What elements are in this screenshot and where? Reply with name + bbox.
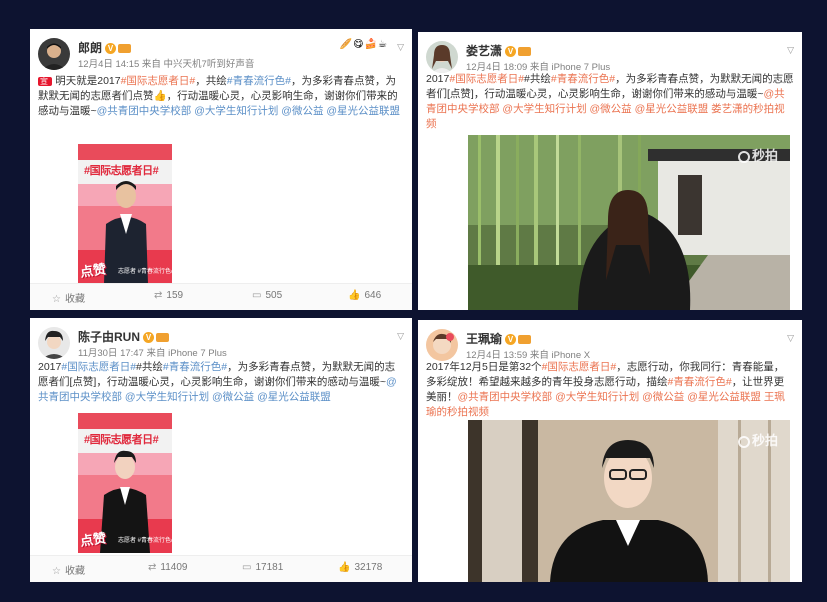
hashtag-link[interactable]: #国际志愿者日# [121, 75, 196, 87]
hashtag-link[interactable]: #国际志愿者日# [449, 73, 524, 85]
hashtag-link[interactable]: #青春流行色# [163, 361, 227, 373]
post-header: 郎朗 V 12月4日 14:15 来自 中兴天机7听到好声音 🥖😋🍰☕ ▽ [38, 36, 404, 76]
post-text-segment: 2017 [426, 73, 450, 85]
post-text-segment: 2017年12月5日是第32个 [426, 361, 542, 373]
repost-button[interactable]: ⇄ 11409 [148, 562, 187, 573]
verified-icon: V [105, 43, 117, 55]
post-text-segment: 明天就是2017 [55, 75, 121, 87]
medal-icon [118, 44, 132, 54]
miaopai-watermark: 秒拍 [737, 430, 778, 449]
poster-slogan: 点赞 [79, 530, 108, 549]
star-icon: ☆ [52, 566, 61, 577]
post-text-segment: #共绘 [136, 361, 163, 373]
hashtag-link[interactable]: #青春流行色# [551, 73, 615, 85]
poster-subtitle: 志愿者 #青春流行色# [118, 269, 172, 275]
medal-icon [156, 333, 169, 343]
comment-button[interactable]: ▭ 17181 [242, 562, 283, 573]
post-meta: 11月30日 17:47 来自 iPhone 7 Plus [78, 348, 227, 359]
weibo-post-chen-ziyou: 陈子由RUN V 11月30日 17:47 来自 iPhone 7 Plus ▽ … [30, 318, 412, 582]
avatar[interactable] [38, 38, 70, 70]
hashtag-link[interactable]: #青春流行色# [227, 75, 291, 87]
mention-link[interactable]: @共青团中央学校部 @大学生知行计划 @微公益 @星光公益联盟 [458, 391, 764, 403]
post-text-segment: ，共绘 [195, 75, 227, 87]
collect-button[interactable]: ☆ 收藏 [52, 290, 85, 305]
post-text: 宣 明天就是2017#国际志愿者日#，共绘#青春流行色#，为多彩青春点赞，为默默… [38, 74, 404, 119]
weibo-post-wang-peiyu: 王珮瑜 V 12月4日 13:59 来自 iPhone X ▽ 2017年12月5… [418, 320, 802, 582]
like-button[interactable]: 👍 646 [348, 290, 381, 301]
chevron-down-icon[interactable]: ▽ [397, 42, 404, 53]
poster-image[interactable]: #国际志愿者日# 点赞 志愿者 #青春流行色# [78, 144, 172, 284]
avatar[interactable] [426, 329, 458, 361]
video-player[interactable]: 秒拍 [468, 420, 790, 582]
chevron-down-icon[interactable]: ▽ [787, 45, 794, 56]
post-text-segment: #共绘 [524, 73, 551, 85]
promo-badge: 宣 [38, 77, 53, 86]
avatar[interactable] [426, 41, 458, 73]
repost-button[interactable]: ⇄ 159 [154, 290, 183, 301]
miaopai-watermark: 秒拍 [737, 145, 778, 164]
comment-button[interactable]: ▭ 505 [252, 290, 282, 301]
weibo-post-lou-yixiao: 娄艺潇 V 12月4日 18:09 来自 iPhone 7 Plus ▽ 2017… [418, 32, 802, 310]
author-name[interactable]: 陈子由RUN V [78, 328, 169, 345]
comment-icon: ▭ [252, 290, 262, 301]
collect-button[interactable]: ☆ 收藏 [52, 562, 85, 577]
star-icon: ☆ [52, 294, 61, 305]
thumb-up-icon: 👍 [348, 290, 361, 301]
author-name[interactable]: 娄艺潇 V [466, 42, 532, 59]
hashtag-link[interactable]: #国际志愿者日# [61, 361, 136, 373]
thumb-up-icon: 👍 [338, 562, 351, 573]
verified-icon: V [505, 46, 517, 58]
medal-icon [518, 335, 532, 345]
hashtag-link[interactable]: #国际志愿者日# [542, 361, 617, 373]
like-button[interactable]: 👍 32178 [338, 562, 382, 573]
poster-slogan: 点赞 [79, 261, 108, 280]
video-player[interactable]: 秒拍 [468, 135, 790, 310]
verified-icon: V [505, 334, 517, 346]
hashtag-link[interactable]: #青春流行色# [668, 376, 732, 388]
verified-icon: V [143, 332, 154, 344]
post-text-segment: 2017 [38, 361, 62, 373]
post-text: 2017年12月5日是第32个#国际志愿者日#，志愿行动，你我同行：青春能量，多… [426, 360, 794, 420]
hashtag-link[interactable]: @共青团中央学校部 @大学生知行计划 @微公益 @星光公益联盟 [97, 105, 400, 117]
poster-image[interactable]: #国际志愿者日# 点赞 志愿者 #青春流行色# [78, 413, 172, 553]
miaopai-logo-icon [737, 150, 750, 163]
weibo-post-lang-lang: 郎朗 V 12月4日 14:15 来自 中兴天机7听到好声音 🥖😋🍰☕ ▽ 宣 明… [30, 29, 412, 310]
post-header: 陈子由RUN V 11月30日 17:47 来自 iPhone 7 Plus ▽ [38, 325, 404, 365]
poster-subtitle: 志愿者 #青春流行色# [118, 538, 172, 544]
miaopai-logo-icon [737, 435, 750, 448]
post-footer: ☆ 收藏 ⇄ 159 ▭ 505 👍 646 [30, 283, 412, 310]
post-meta: 12月4日 18:09 来自 iPhone 7 Plus [466, 62, 611, 73]
repost-icon: ⇄ [154, 290, 163, 301]
post-meta: 12月4日 14:15 来自 中兴天机7听到好声音 [78, 59, 255, 70]
chevron-down-icon[interactable]: ▽ [787, 333, 794, 344]
emoji-decoration-icon: 🥖😋🍰☕ [339, 39, 388, 50]
avatar[interactable] [38, 327, 70, 359]
post-text: 2017#国际志愿者日##共绘#青春流行色#，为多彩青春点赞，为默默无闻的志愿者… [38, 360, 404, 405]
author-name[interactable]: 郎朗 V [78, 39, 132, 56]
post-meta: 12月4日 13:59 来自 iPhone X [466, 350, 591, 361]
chevron-down-icon[interactable]: ▽ [397, 331, 404, 342]
repost-icon: ⇄ [148, 562, 157, 573]
comment-icon: ▭ [242, 562, 252, 573]
author-name[interactable]: 王珮瑜 V [466, 330, 532, 347]
medal-icon [518, 47, 532, 57]
post-footer: ☆ 收藏 ⇄ 11409 ▭ 17181 👍 32178 [30, 555, 412, 582]
post-text: 2017#国际志愿者日##共绘#青春流行色#，为多彩青春点赞，为默默无闻的志愿者… [426, 72, 794, 132]
